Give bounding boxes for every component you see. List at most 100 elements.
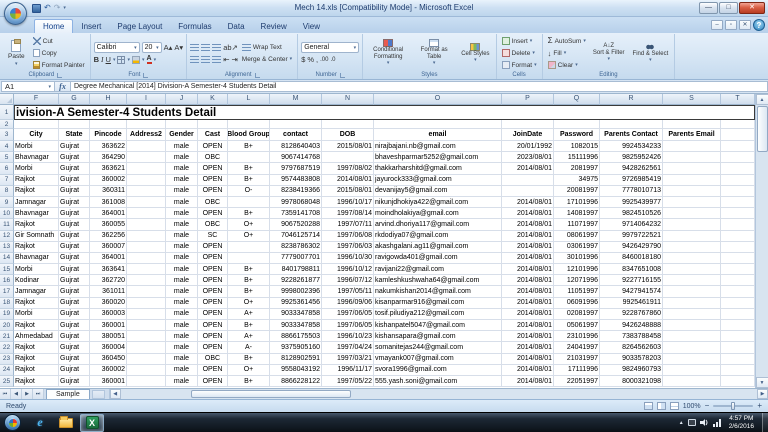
clipboard-dialog-launcher[interactable] — [57, 72, 63, 78]
cell[interactable] — [663, 208, 721, 220]
percent-format-button[interactable]: % — [307, 55, 314, 64]
cell[interactable]: 2015/08/01 — [322, 141, 374, 153]
network-icon[interactable] — [712, 418, 721, 427]
cell[interactable]: 1996/10/30 — [322, 252, 374, 265]
cell[interactable]: B+ — [228, 163, 270, 175]
cell[interactable] — [721, 120, 755, 129]
cell[interactable]: male — [166, 308, 198, 320]
close-button[interactable]: ✕ — [739, 2, 765, 14]
show-hidden-icons-icon[interactable]: ▲ — [679, 420, 684, 426]
row-header-23[interactable]: 23 — [0, 353, 14, 365]
cell[interactable] — [663, 230, 721, 242]
cell[interactable] — [502, 120, 554, 129]
cell[interactable]: male — [166, 331, 198, 343]
cell[interactable]: akashgalani.ag11@gmail.com — [374, 241, 502, 253]
cell[interactable] — [127, 331, 166, 343]
cell[interactable]: 9375905160 — [270, 342, 322, 354]
cell[interactable]: 360001 — [90, 375, 127, 388]
page-layout-view-icon[interactable] — [656, 402, 666, 410]
cell[interactable]: kishanpatel5047@gmail.com — [374, 320, 502, 332]
cell[interactable]: 7383788458 — [600, 331, 663, 343]
row-header-14[interactable]: 14 — [0, 252, 14, 265]
cell[interactable]: Address2 — [127, 129, 166, 141]
cell[interactable] — [721, 353, 755, 365]
cell[interactable]: 2014/08/01 — [502, 342, 554, 354]
borders-button[interactable] — [117, 55, 126, 64]
cell[interactable]: 1997/06/08 — [322, 230, 374, 242]
cell[interactable]: 2014/08/01 — [502, 275, 554, 287]
cell[interactable] — [127, 208, 166, 220]
cell[interactable]: 9558043192 — [270, 364, 322, 376]
undo-icon[interactable]: ↶ — [44, 3, 51, 13]
cell[interactable] — [721, 174, 755, 186]
wrap-text-button[interactable]: Wrap Text — [240, 42, 284, 52]
qat-dropdown-icon[interactable]: ▾ — [63, 5, 66, 11]
cell[interactable]: 1082015 — [554, 141, 600, 153]
cell[interactable]: 9925439977 — [600, 196, 663, 209]
cell[interactable] — [127, 185, 166, 197]
cell[interactable]: 380051 — [90, 331, 127, 343]
cell[interactable]: 362720 — [90, 275, 127, 287]
tab-home[interactable]: Home — [34, 19, 74, 33]
italic-button[interactable]: I — [101, 55, 104, 64]
cell[interactable]: ravijani22@gmail.com — [374, 264, 502, 276]
cell[interactable] — [228, 120, 270, 129]
row-header-13[interactable]: 13 — [0, 241, 14, 253]
orientation-button[interactable]: ab↗ — [223, 43, 238, 52]
cell[interactable]: 2081997 — [554, 163, 600, 175]
comma-format-button[interactable]: , — [316, 55, 318, 64]
cell[interactable]: 1997/03/21 — [322, 353, 374, 365]
cell[interactable]: 24041997 — [554, 342, 600, 354]
cell[interactable]: OPEN — [198, 364, 228, 376]
cell[interactable]: Gujrat — [59, 297, 90, 309]
cell[interactable] — [127, 241, 166, 253]
row-header-6[interactable]: 6 — [0, 163, 14, 175]
cell[interactable]: 363621 — [90, 163, 127, 175]
scroll-right-icon[interactable]: ▶ — [757, 389, 768, 399]
cell[interactable]: Gujrat — [59, 331, 90, 343]
name-box[interactable]: A1 ▾ — [1, 81, 55, 92]
cell[interactable] — [127, 297, 166, 309]
cut-button[interactable]: Cut — [31, 36, 87, 46]
fill-button[interactable]: ↓ Fill ▾ — [546, 48, 588, 58]
cell[interactable]: 2014/08/01 — [502, 286, 554, 298]
cell[interactable]: Cast — [198, 129, 228, 141]
cell[interactable]: thakkarharshitd@gmail.com — [374, 163, 502, 175]
cell[interactable]: 1997/04/24 — [322, 342, 374, 354]
cell[interactable]: 9925361456 — [270, 297, 322, 309]
cell[interactable]: 11051997 — [554, 286, 600, 298]
insert-function-button[interactable]: fx — [55, 81, 71, 92]
cell[interactable]: kisanparmar916@gmail.com — [374, 297, 502, 309]
cell[interactable]: 8128640403 — [270, 141, 322, 153]
cell[interactable]: kamleshkushwaha64@gmail.com — [374, 275, 502, 287]
cell[interactable]: Parents Contact — [600, 129, 663, 141]
cell[interactable]: OPEN — [198, 208, 228, 220]
vertical-scroll-thumb[interactable] — [756, 106, 768, 152]
clear-button[interactable]: Clear ▾ — [546, 60, 588, 70]
page-break-view-icon[interactable] — [669, 402, 679, 410]
column-header-S[interactable]: S — [663, 94, 721, 105]
cell[interactable]: male — [166, 375, 198, 388]
cell[interactable]: Rajkot — [14, 375, 59, 388]
row-header-4[interactable]: 4 — [0, 141, 14, 153]
cell[interactable]: 7779007701 — [270, 252, 322, 265]
cell[interactable]: 9714064232 — [600, 219, 663, 231]
cell[interactable]: arvind.dhoriya117@gmail.com — [374, 219, 502, 231]
cell[interactable]: male — [166, 196, 198, 209]
cell[interactable]: SC — [198, 230, 228, 242]
cell[interactable] — [322, 152, 374, 164]
cell[interactable]: State — [59, 129, 90, 141]
cell[interactable] — [322, 120, 374, 129]
cell[interactable] — [127, 152, 166, 164]
select-all-corner[interactable] — [0, 94, 14, 105]
cell[interactable]: Gujrat — [59, 241, 90, 253]
cell[interactable]: 9824510526 — [600, 208, 663, 220]
cell[interactable]: 1996/07/12 — [322, 275, 374, 287]
cell[interactable]: 8238786302 — [270, 241, 322, 253]
column-header-J[interactable]: J — [166, 94, 198, 105]
cell[interactable]: 361011 — [90, 286, 127, 298]
cell[interactable] — [127, 219, 166, 231]
cell[interactable]: Gujrat — [59, 264, 90, 276]
cell[interactable] — [721, 297, 755, 309]
cell[interactable] — [59, 120, 90, 129]
